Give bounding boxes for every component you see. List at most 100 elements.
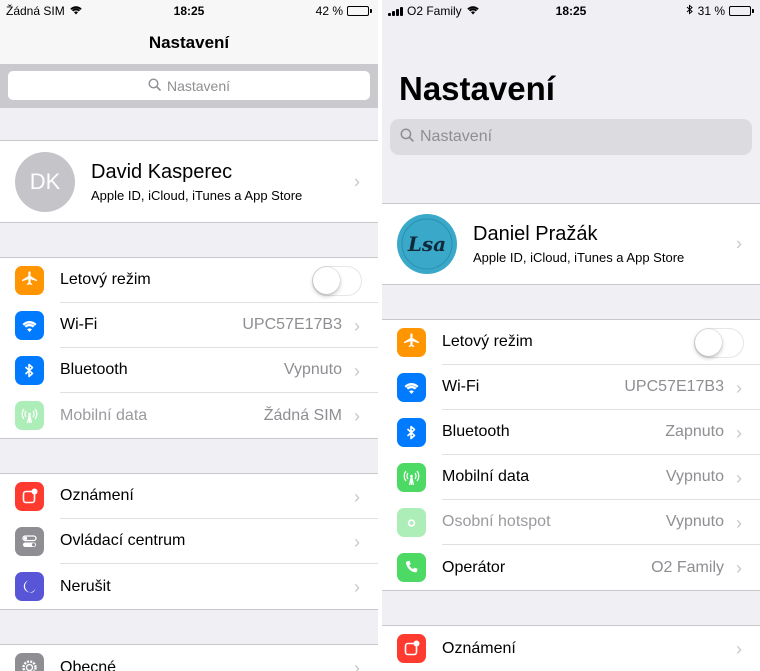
connectivity-group: Letový režim Wi-Fi UPC57E17B3 › Bluetooth Vyp… bbox=[0, 258, 378, 439]
profile-name: Daniel Pražák bbox=[473, 223, 598, 245]
row-value: Vypnuto bbox=[283, 361, 342, 378]
chevron-right-icon: › bbox=[736, 557, 742, 578]
row-label: Operátor bbox=[442, 558, 506, 576]
search-input[interactable]: Nastavení bbox=[390, 119, 752, 155]
avatar: DK bbox=[15, 151, 75, 212]
row-label: Oznámení bbox=[442, 639, 516, 657]
clock: 18:25 bbox=[173, 4, 205, 18]
chevron-right-icon: › bbox=[354, 360, 360, 381]
settings-screen-left: Žádná SIM 18:25 42 % Nastavení Nastavení… bbox=[0, 0, 378, 671]
chevron-right-icon: › bbox=[736, 638, 742, 659]
row-label: Oznámení bbox=[60, 487, 134, 504]
search-input[interactable]: Nastavení bbox=[8, 71, 370, 100]
settings-row-osobni-hotspot[interactable]: Osobní hotspot Vypnuto › bbox=[382, 500, 760, 545]
row-label: Nerušit bbox=[60, 577, 111, 595]
row-label: Ovládací centrum bbox=[60, 532, 186, 549]
bluetooth-status-icon bbox=[686, 4, 694, 18]
avatar-text: Lsa bbox=[407, 232, 446, 256]
carrier-label: O2 Family bbox=[407, 4, 462, 18]
notifications-icon bbox=[397, 634, 426, 663]
airplane-icon bbox=[397, 328, 426, 357]
toggle-knob bbox=[695, 329, 722, 356]
row-value: UPC57E17B3 bbox=[242, 316, 342, 333]
cellular-icon bbox=[397, 463, 426, 492]
settings-row-mobilni-data[interactable]: Mobilní data Vypnuto › bbox=[382, 455, 760, 500]
battery-percent: 42 % bbox=[315, 4, 343, 18]
chevron-right-icon: › bbox=[354, 576, 360, 597]
apple-id-row[interactable]: Lsa Daniel Pražák Apple ID, iCloud, iTun… bbox=[382, 203, 760, 285]
chevron-right-icon: › bbox=[736, 467, 742, 488]
settings-row-ovladaci-centrum[interactable]: Ovládací centrum › bbox=[0, 519, 378, 564]
row-value: Zapnuto bbox=[665, 423, 724, 440]
settings-row-bluetooth[interactable]: Bluetooth Zapnuto › bbox=[382, 410, 760, 455]
settings-row-nerusit[interactable]: Nerušit › bbox=[0, 564, 378, 609]
settings-row-mobilni-data[interactable]: Mobilní data Žádná SIM › bbox=[0, 393, 378, 438]
cellular-icon bbox=[15, 401, 44, 430]
battery-percent: 31 % bbox=[697, 4, 725, 18]
search-placeholder: Nastavení bbox=[420, 128, 493, 145]
row-value: O2 Family bbox=[651, 558, 724, 576]
signal-icon bbox=[388, 6, 403, 16]
row-value: UPC57E17B3 bbox=[624, 378, 724, 395]
avatar: Lsa bbox=[397, 214, 457, 274]
toggle-knob bbox=[313, 267, 340, 294]
search-icon bbox=[400, 128, 414, 147]
chevron-right-icon: › bbox=[354, 486, 360, 507]
search-bar: Nastavení bbox=[382, 118, 760, 170]
row-label: Bluetooth bbox=[60, 361, 128, 378]
chevron-right-icon: › bbox=[736, 512, 742, 533]
settings-row-letovy-rezim[interactable]: Letový režim bbox=[0, 258, 378, 303]
settings-row-obecne[interactable]: Obecné › bbox=[0, 645, 378, 671]
connectivity-group: Letový režim Wi-Fi UPC57E17B3 › Bluetooth Zap… bbox=[382, 320, 760, 591]
chevron-right-icon: › bbox=[354, 171, 360, 191]
row-label: Wi-Fi bbox=[60, 316, 98, 333]
wifi-icon bbox=[15, 311, 44, 340]
battery-icon bbox=[729, 6, 754, 16]
row-label: Bluetooth bbox=[442, 423, 510, 440]
airplane-mode-toggle[interactable] bbox=[694, 328, 744, 358]
chevron-right-icon: › bbox=[354, 657, 360, 671]
notifications-icon bbox=[15, 482, 44, 511]
apple-id-row[interactable]: DK David Kasperec Apple ID, iCloud, iTun… bbox=[0, 141, 378, 223]
row-value: Žádná SIM bbox=[263, 406, 342, 424]
settings-row-bluetooth[interactable]: Bluetooth Vypnuto › bbox=[0, 348, 378, 393]
chevron-right-icon: › bbox=[354, 405, 360, 426]
settings-row-oznameni[interactable]: Oznámení › bbox=[0, 474, 378, 519]
control-center-icon bbox=[15, 527, 44, 556]
settings-screen-right: O2 Family 18:25 31 % Nastavení Nastavení… bbox=[382, 0, 760, 671]
hotspot-icon bbox=[397, 508, 426, 537]
wifi-status-icon bbox=[69, 4, 83, 18]
bluetooth-icon bbox=[397, 418, 426, 447]
row-label: Mobilní data bbox=[60, 406, 148, 424]
general-group: Obecné › bbox=[0, 645, 378, 671]
row-value: Vypnuto bbox=[665, 468, 724, 485]
carrier-label: Žádná SIM bbox=[6, 4, 65, 18]
row-label: Wi-Fi bbox=[442, 378, 480, 395]
search-bar: Nastavení bbox=[0, 64, 378, 108]
profile-name: David Kasperec bbox=[91, 160, 233, 183]
row-label: Letový režim bbox=[60, 271, 151, 288]
settings-row-oznameni[interactable]: Oznámení › bbox=[382, 626, 760, 671]
settings-row-operator[interactable]: Operátor O2 Family › bbox=[382, 545, 760, 590]
chevron-right-icon: › bbox=[354, 531, 360, 552]
profile-subtitle: Apple ID, iCloud, iTunes a App Store bbox=[473, 250, 685, 265]
bluetooth-icon bbox=[15, 356, 44, 385]
airplane-mode-toggle[interactable] bbox=[312, 266, 362, 296]
chevron-right-icon: › bbox=[354, 315, 360, 336]
chevron-right-icon: › bbox=[736, 233, 742, 254]
chevron-right-icon: › bbox=[736, 422, 742, 443]
system-group: Oznámení › bbox=[382, 626, 760, 671]
settings-row-letovy-rezim[interactable]: Letový režim bbox=[382, 320, 760, 365]
page-title: Nastavení bbox=[399, 70, 555, 107]
phone-icon bbox=[397, 553, 426, 582]
wifi-status-icon bbox=[466, 4, 480, 18]
settings-row-wi-fi[interactable]: Wi-Fi UPC57E17B3 › bbox=[0, 303, 378, 348]
moon-icon bbox=[15, 572, 44, 601]
search-icon bbox=[148, 77, 161, 94]
status-bar: O2 Family 18:25 31 % bbox=[382, 0, 760, 22]
row-label: Osobní hotspot bbox=[442, 513, 551, 530]
chevron-right-icon: › bbox=[736, 377, 742, 398]
airplane-icon bbox=[15, 266, 44, 295]
settings-row-wi-fi[interactable]: Wi-Fi UPC57E17B3 › bbox=[382, 365, 760, 410]
profile-subtitle: Apple ID, iCloud, iTunes a App Store bbox=[91, 187, 303, 203]
